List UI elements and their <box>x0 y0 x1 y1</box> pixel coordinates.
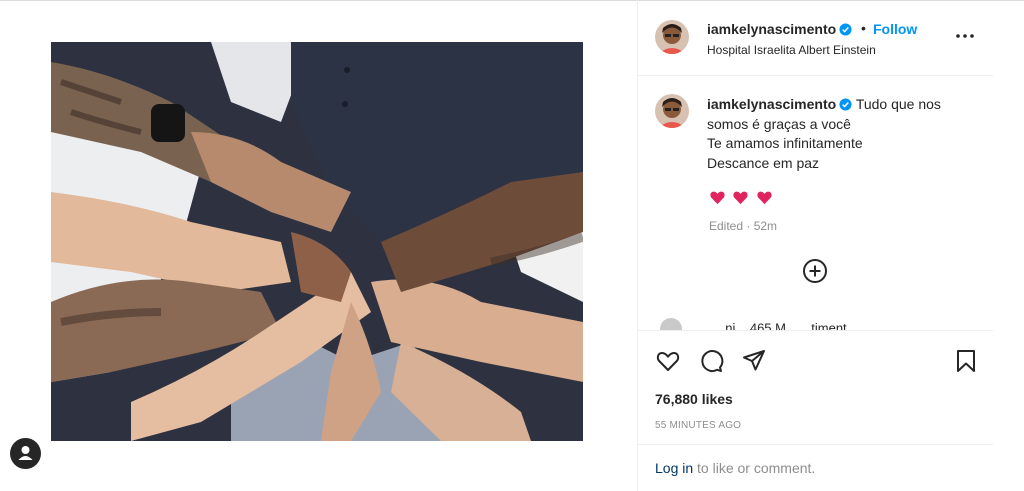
partial-comment-text: ... ...ni... 465 M... ...timent... <box>700 320 858 330</box>
author-username-text[interactable]: iamkelynascimento <box>707 21 836 37</box>
load-more-comments-icon[interactable] <box>802 258 828 284</box>
author-avatar[interactable] <box>655 20 689 54</box>
like-icon[interactable] <box>655 348 681 374</box>
login-prompt: Log in to like or comment. <box>638 444 993 491</box>
post-photo[interactable] <box>51 42 583 441</box>
caption-line-2: somos é graças a você <box>707 115 851 132</box>
caption-username[interactable]: iamkelynascimento <box>707 96 836 112</box>
post-side-panel: iamkelynascimento • Follow Hospital Isra… <box>637 0 993 491</box>
post-header: iamkelynascimento • Follow Hospital Isra… <box>638 0 993 76</box>
edited-timestamp: Edited · 52m <box>709 219 778 233</box>
separator-dot: • <box>861 20 866 36</box>
author-photo <box>655 94 689 128</box>
comment-bubble-icon <box>701 350 724 373</box>
save-icon[interactable] <box>953 348 979 374</box>
caption-line-3: Te amamos infinitamente <box>707 135 863 151</box>
hands-photo-illustration <box>51 42 583 441</box>
login-prompt-rest: to like or comment. <box>693 460 816 476</box>
send-icon <box>743 350 765 371</box>
red-heart-icon <box>757 191 772 205</box>
more-options-icon[interactable] <box>954 28 976 44</box>
verified-badge-icon <box>839 23 852 36</box>
login-prompt-text: Log in to like or comment. <box>655 460 815 476</box>
post-time[interactable]: 55 MINUTES AGO <box>655 420 741 431</box>
commenter-avatar[interactable] <box>660 318 682 330</box>
login-link[interactable]: Log in <box>655 460 693 476</box>
partial-comment: ... ...ni... 465 M... ...timent... <box>660 318 858 330</box>
caption-line-4: Descance em paz <box>707 154 820 171</box>
likes-count[interactable]: 76,880 likes <box>655 391 733 407</box>
heart-outline-icon <box>656 352 680 371</box>
caption-hearts <box>709 189 775 211</box>
actions-section: 76,880 likes 55 MINUTES AGO Log in to li… <box>638 330 993 491</box>
author-username[interactable]: iamkelynascimento <box>707 21 852 37</box>
caption-author-avatar[interactable] <box>655 94 689 128</box>
follow-button[interactable]: Follow <box>873 21 917 37</box>
comments-section: iamkelynascimento Tudo que nos somos é g… <box>638 77 993 330</box>
person-icon <box>18 446 33 460</box>
author-photo <box>655 20 689 54</box>
more-horizontal-icon <box>956 34 974 38</box>
instagram-post-page: iamkelynascimento • Follow Hospital Isra… <box>0 0 1024 491</box>
caption-text: iamkelynascimento Tudo que nos somos é g… <box>707 95 977 173</box>
verified-badge-icon <box>839 98 852 111</box>
share-icon[interactable] <box>741 348 767 374</box>
caption-line-1: Tudo que nos <box>855 96 941 112</box>
comment-icon[interactable] <box>698 348 724 374</box>
account-avatar-icon[interactable] <box>10 438 41 469</box>
red-heart-icon <box>710 191 725 205</box>
bookmark-icon <box>957 350 975 372</box>
plus-circle-icon <box>803 259 827 283</box>
red-heart-icon <box>733 191 749 205</box>
location-link[interactable]: Hospital Israelita Albert Einstein <box>707 43 876 57</box>
